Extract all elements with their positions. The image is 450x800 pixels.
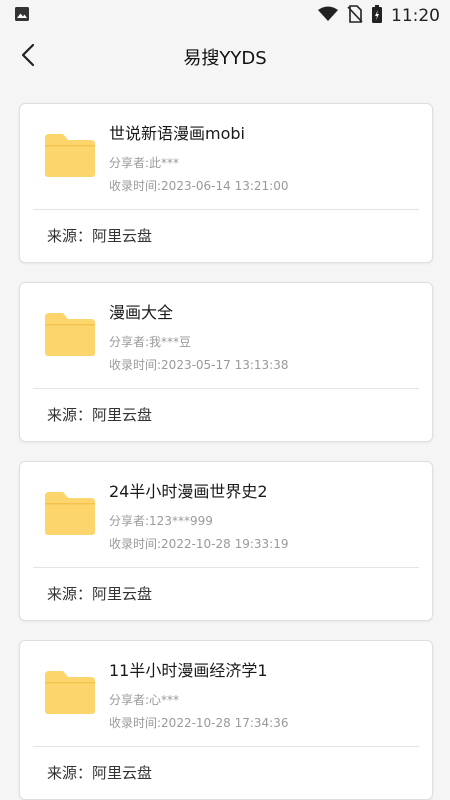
result-title: 24半小时漫画世界史2 xyxy=(109,482,268,501)
status-time: 11:20 xyxy=(391,6,440,26)
folder-icon xyxy=(45,134,95,181)
app-bar: 易搜YYDS xyxy=(0,32,450,82)
back-arrow-icon xyxy=(21,43,35,71)
result-sharer: 分享者:我***豆 xyxy=(109,335,192,349)
result-source: 来源：阿里云盘 xyxy=(47,227,153,245)
result-sharer: 分享者:123***999 xyxy=(109,514,213,528)
status-bar: 11:20 xyxy=(0,0,450,32)
result-source: 来源：阿里云盘 xyxy=(47,585,153,603)
divider xyxy=(33,209,419,210)
result-time: 收录时间:2023-05-17 13:13:38 xyxy=(109,358,289,372)
result-sharer: 分享者:心*** xyxy=(109,693,180,707)
image-icon xyxy=(14,6,30,26)
status-icons: 11:20 xyxy=(317,4,440,28)
result-card[interactable]: 漫画大全 分享者:我***豆 收录时间:2023-05-17 13:13:38 … xyxy=(19,282,433,442)
back-button[interactable] xyxy=(12,41,44,73)
result-card[interactable]: 世说新语漫画mobi 分享者:此*** 收录时间:2023-06-14 13:2… xyxy=(19,103,433,263)
result-source: 来源：阿里云盘 xyxy=(47,764,153,782)
battery-icon xyxy=(371,4,383,28)
no-sim-icon xyxy=(347,5,363,27)
divider xyxy=(33,567,419,568)
result-source: 来源：阿里云盘 xyxy=(47,406,153,424)
divider xyxy=(33,388,419,389)
result-card[interactable]: 24半小时漫画世界史2 分享者:123***999 收录时间:2022-10-2… xyxy=(19,461,433,621)
result-card[interactable]: 11半小时漫画经济学1 分享者:心*** 收录时间:2022-10-28 17:… xyxy=(19,640,433,800)
result-time: 收录时间:2022-10-28 19:33:19 xyxy=(109,537,289,551)
folder-icon xyxy=(45,671,95,718)
wifi-icon xyxy=(317,6,339,26)
folder-icon xyxy=(45,492,95,539)
result-title: 漫画大全 xyxy=(109,303,174,322)
result-title: 11半小时漫画经济学1 xyxy=(109,661,268,680)
result-list: 世说新语漫画mobi 分享者:此*** 收录时间:2023-06-14 13:2… xyxy=(0,82,450,800)
result-time: 收录时间:2023-06-14 13:21:00 xyxy=(109,179,289,193)
result-time: 收录时间:2022-10-28 17:34:36 xyxy=(109,716,289,730)
result-sharer: 分享者:此*** xyxy=(109,156,180,170)
result-title: 世说新语漫画mobi xyxy=(109,124,245,143)
folder-icon xyxy=(45,313,95,360)
divider xyxy=(33,746,419,747)
page-title: 易搜YYDS xyxy=(183,48,267,69)
